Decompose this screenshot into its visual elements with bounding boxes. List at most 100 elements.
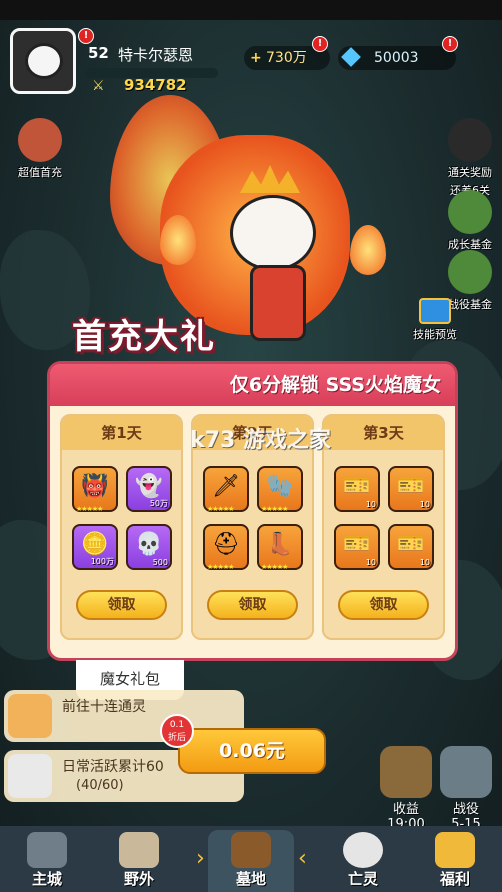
- nav-label: 野外: [123, 870, 154, 888]
- combat-power: 934782: [124, 76, 187, 94]
- boots-icon: 👢: [266, 532, 294, 557]
- item-quantity: 100万: [90, 557, 114, 566]
- reward-item[interactable]: 🧤 ★★★★★: [257, 466, 303, 513]
- reward-item[interactable]: 🎫 10: [388, 524, 434, 570]
- star-rating: ★★★★★: [207, 505, 234, 513]
- gauntlet-icon: 🧤: [266, 474, 294, 499]
- reward-item[interactable]: ⛑ ★★★★★: [203, 524, 249, 571]
- claim-button[interactable]: 领取: [207, 590, 298, 620]
- claim-button[interactable]: 领取: [338, 590, 429, 620]
- skill-preview-button[interactable]: 技能预览: [408, 298, 462, 342]
- star-rating: ★★★★★: [76, 505, 103, 513]
- chevron-left-icon[interactable]: ‹: [298, 846, 307, 871]
- nav-undead[interactable]: 亡灵: [320, 830, 406, 892]
- day-title: 第3天: [324, 416, 443, 450]
- skull-icon: 💀: [135, 532, 163, 557]
- status-bar: [0, 0, 502, 20]
- panel-subtitle: 仅6分解锁 SSS火焰魔女: [229, 374, 441, 396]
- page-title: 首充大礼: [72, 317, 216, 357]
- reward-item[interactable]: 🎫 10: [388, 466, 434, 512]
- plus-icon[interactable]: +: [250, 46, 262, 70]
- item-quantity: 10: [365, 500, 376, 509]
- first-charge-label: 超值首充: [18, 166, 62, 179]
- notification-badge: !: [312, 36, 328, 52]
- item-quantity: 500: [152, 558, 168, 567]
- campaign-button[interactable]: 战役 5-15: [436, 746, 496, 832]
- income-button[interactable]: 收益 19:00: [376, 746, 436, 832]
- day-title: 第1天: [62, 416, 181, 450]
- star-rating: ★★★★★: [261, 505, 288, 513]
- summon-ticket-icon: 🎫: [343, 474, 371, 499]
- panel-header: 仅6分解锁 SSS火焰魔女: [50, 364, 455, 406]
- gem-icon: [341, 47, 361, 67]
- reward-item[interactable]: 🎫 10: [334, 466, 380, 512]
- item-quantity: 10: [365, 558, 376, 567]
- discount-label: 折后: [167, 733, 186, 743]
- nav-graveyard[interactable]: 墓地: [208, 830, 294, 892]
- sword-icon: 🗡: [212, 474, 240, 499]
- skull-icon: [343, 832, 383, 868]
- gold-value: 730万: [266, 50, 307, 66]
- reward-item[interactable]: 🗡 ★★★★★: [203, 466, 249, 513]
- day-card-3: 第3天 🎫 10 🎫 10 🎫 10 🎫 10 领取: [322, 414, 445, 640]
- item-quantity: 10: [419, 558, 430, 567]
- star-rating: ★★★★★: [207, 563, 234, 571]
- ticket-icon: [8, 694, 52, 738]
- nav-welfare[interactable]: 福利: [412, 830, 498, 892]
- buy-button[interactable]: 0.06元: [178, 728, 326, 774]
- money-bag-icon: [448, 250, 492, 294]
- treasure-icon: [380, 746, 432, 798]
- player-level: 52: [88, 44, 109, 62]
- task-progress: (40/60): [76, 778, 124, 793]
- growth-fund-button[interactable]: 成长基金: [440, 190, 500, 252]
- witch-icon: [18, 118, 62, 162]
- first-charge-button[interactable]: 超值首充: [8, 118, 72, 180]
- helmet-icon: ⛑: [212, 532, 240, 557]
- stage-reward-button[interactable]: 通关奖励 还差6关: [440, 118, 500, 198]
- claim-button[interactable]: 领取: [76, 590, 167, 620]
- avatar[interactable]: [10, 28, 76, 94]
- ghost-icon: 👻: [135, 474, 163, 499]
- gate-icon: [231, 832, 271, 868]
- reward-item[interactable]: 👢 ★★★★★: [257, 524, 303, 571]
- chevron-right-icon[interactable]: ›: [196, 846, 205, 871]
- nav-label: 墓地: [235, 870, 266, 888]
- player-info[interactable]: ! 52 特卡尔瑟恩 ⚔ 934782: [10, 28, 240, 100]
- summon-ticket-icon: 🎫: [397, 474, 425, 499]
- income-label: 收益: [392, 802, 419, 817]
- castle-icon: [27, 832, 67, 868]
- gold-coin-icon: 🪙: [81, 532, 109, 557]
- crossed-swords-icon: [440, 746, 492, 798]
- nav-wild[interactable]: 野外: [96, 830, 182, 892]
- map-icon: [119, 832, 159, 868]
- player-name: 特卡尔瑟恩: [118, 46, 194, 64]
- swords-icon: ⚔: [92, 78, 105, 94]
- notification-badge: !: [442, 36, 458, 52]
- chest-icon: [448, 118, 492, 162]
- stage-reward-label: 通关奖励: [448, 166, 492, 179]
- item-quantity: 10: [419, 500, 430, 509]
- reward-item[interactable]: 🪙 100万: [72, 524, 118, 570]
- play-video-icon: [419, 298, 451, 324]
- item-quantity: 50万: [149, 499, 168, 508]
- skull-icon: [8, 754, 52, 798]
- nav-main-city[interactable]: 主城: [4, 830, 90, 892]
- reward-item[interactable]: 👻 50万: [126, 466, 172, 512]
- campaign-label: 战役: [452, 802, 479, 817]
- skill-preview-label: 技能预览: [413, 328, 457, 341]
- reward-item[interactable]: 💀 500: [126, 524, 172, 570]
- nav-label: 主城: [31, 870, 62, 888]
- chest-icon: [435, 832, 475, 868]
- task-text: 日常活跃累计60: [62, 759, 164, 775]
- star-rating: ★★★★★: [261, 563, 288, 571]
- discount-badge: 0.1 折后: [160, 714, 194, 748]
- witch-hero-icon: 👹: [81, 474, 109, 499]
- gem-counter[interactable]: 50003: [338, 46, 456, 70]
- task-text: 前往十连通灵: [62, 699, 146, 715]
- reward-item[interactable]: 🎫 10: [334, 524, 380, 570]
- nav-label: 福利: [439, 870, 470, 888]
- day-card-1: 第1天 👹 ★★★★★ 👻 50万 🪙 100万 💀 500 领取: [60, 414, 183, 640]
- reward-item[interactable]: 👹 ★★★★★: [72, 466, 118, 513]
- money-bag-icon: [448, 190, 492, 234]
- summon-ticket-icon: 🎫: [343, 532, 371, 557]
